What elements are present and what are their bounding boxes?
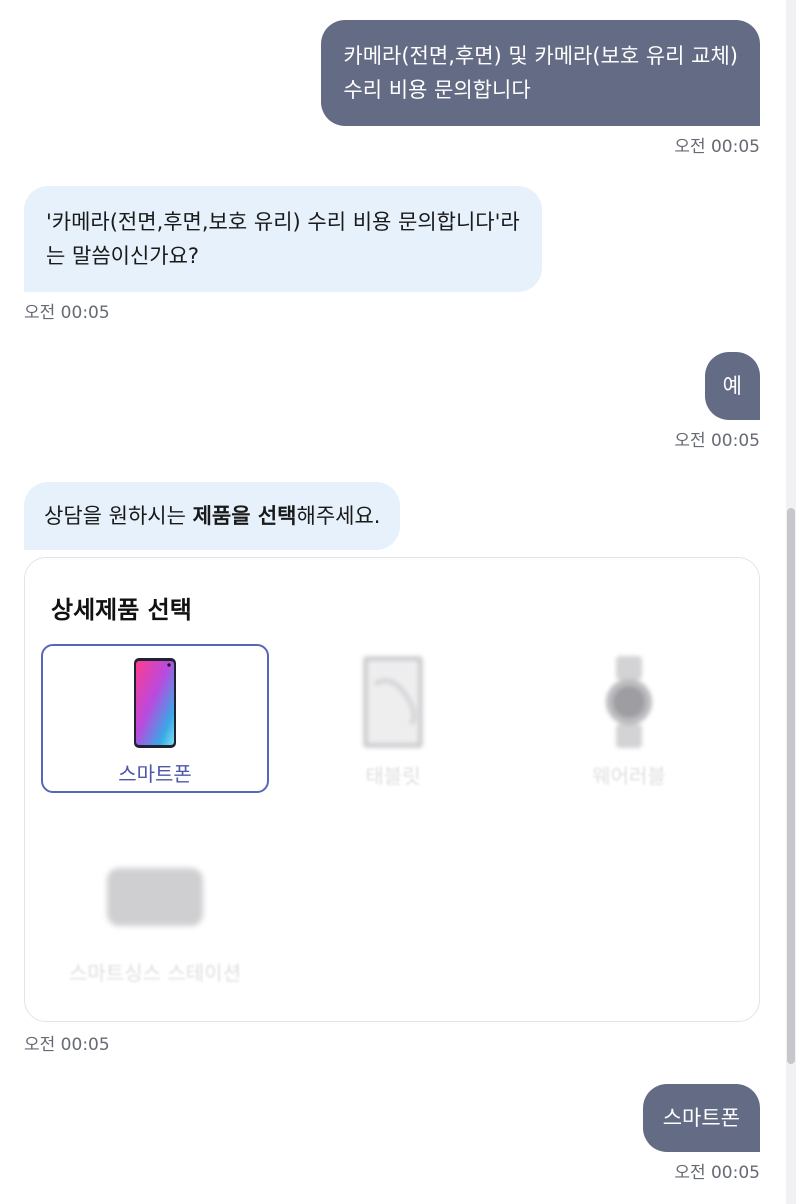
message-timestamp: 오전 00:05 bbox=[24, 303, 110, 323]
product-option-smartphone[interactable]: 스마트폰 bbox=[41, 644, 269, 793]
smartwatch-icon bbox=[604, 656, 654, 752]
message-text-line: 는 말씀이신가요? bbox=[46, 244, 200, 268]
message-text: 상담을 원하시는 bbox=[44, 504, 193, 528]
message-text-line: 카메라(전면,후면) 및 카메라(보호 유리 교체) bbox=[343, 44, 738, 68]
message-text-line: '카메라(전면,후면,보호 유리) 수리 비용 문의합니다'라 bbox=[46, 210, 520, 234]
user-message-row: 예 오전 00:05 bbox=[0, 352, 786, 452]
product-option-label: 태블릿 bbox=[365, 764, 421, 788]
bot-message-bubble: '카메라(전면,후면,보호 유리) 수리 비용 문의합니다'라 는 말씀이신가요… bbox=[24, 186, 542, 292]
message-text-line: 수리 비용 문의합니다 bbox=[343, 78, 531, 102]
message-text: 스마트폰 bbox=[662, 1106, 740, 1130]
product-option-label: 스마트폰 bbox=[118, 762, 192, 786]
product-option-smartthings-station[interactable]: 스마트싱스 스테이션 bbox=[41, 840, 269, 990]
product-select-card: 상세제품 선택 스마트폰 태블릿 웨어러블 스마트싱스 스테이션 bbox=[24, 557, 760, 1022]
message-text: 해주세요. bbox=[296, 504, 381, 528]
tablet-icon bbox=[361, 654, 425, 754]
message-text-bold: 제품을 선택 bbox=[192, 504, 297, 528]
scrollbar-track[interactable] bbox=[786, 0, 796, 1204]
product-option-label: 웨어러블 bbox=[592, 764, 666, 788]
smartthings-station-icon bbox=[105, 864, 205, 934]
user-message-bubble: 스마트폰 bbox=[642, 1084, 760, 1152]
product-option-label: 스마트싱스 스테이션 bbox=[69, 961, 241, 985]
scrollbar-thumb[interactable] bbox=[787, 508, 795, 1064]
smartphone-icon bbox=[133, 658, 177, 752]
user-message-bubble: 카메라(전면,후면) 및 카메라(보호 유리 교체) 수리 비용 문의합니다 bbox=[321, 20, 760, 126]
user-message-bubble: 예 bbox=[704, 352, 760, 420]
message-timestamp: 오전 00:05 bbox=[674, 137, 760, 157]
bot-message-row: 상담을 원하시는 제품을 선택해주세요. bbox=[0, 482, 786, 550]
message-timestamp: 오전 00:05 bbox=[674, 431, 760, 451]
message-timestamp: 오전 00:05 bbox=[24, 1035, 110, 1055]
card-title: 상세제품 선택 bbox=[51, 596, 192, 624]
user-message-row: 카메라(전면,후면) 및 카메라(보호 유리 교체) 수리 비용 문의합니다 오… bbox=[0, 20, 786, 158]
product-option-wearable[interactable]: 웨어러블 bbox=[515, 644, 743, 793]
bot-message-row: '카메라(전면,후면,보호 유리) 수리 비용 문의합니다'라 는 말씀이신가요… bbox=[0, 186, 786, 324]
bot-message-bubble: 상담을 원하시는 제품을 선택해주세요. bbox=[24, 482, 401, 550]
message-text: 예 bbox=[722, 374, 742, 398]
chat-scroll-area[interactable]: 카메라(전면,후면) 및 카메라(보호 유리 교체) 수리 비용 문의합니다 오… bbox=[0, 0, 786, 1204]
user-message-row: 스마트폰 오전 00:05 bbox=[0, 1084, 786, 1184]
message-timestamp: 오전 00:05 bbox=[674, 1163, 760, 1183]
product-option-tablet[interactable]: 태블릿 bbox=[279, 644, 507, 793]
